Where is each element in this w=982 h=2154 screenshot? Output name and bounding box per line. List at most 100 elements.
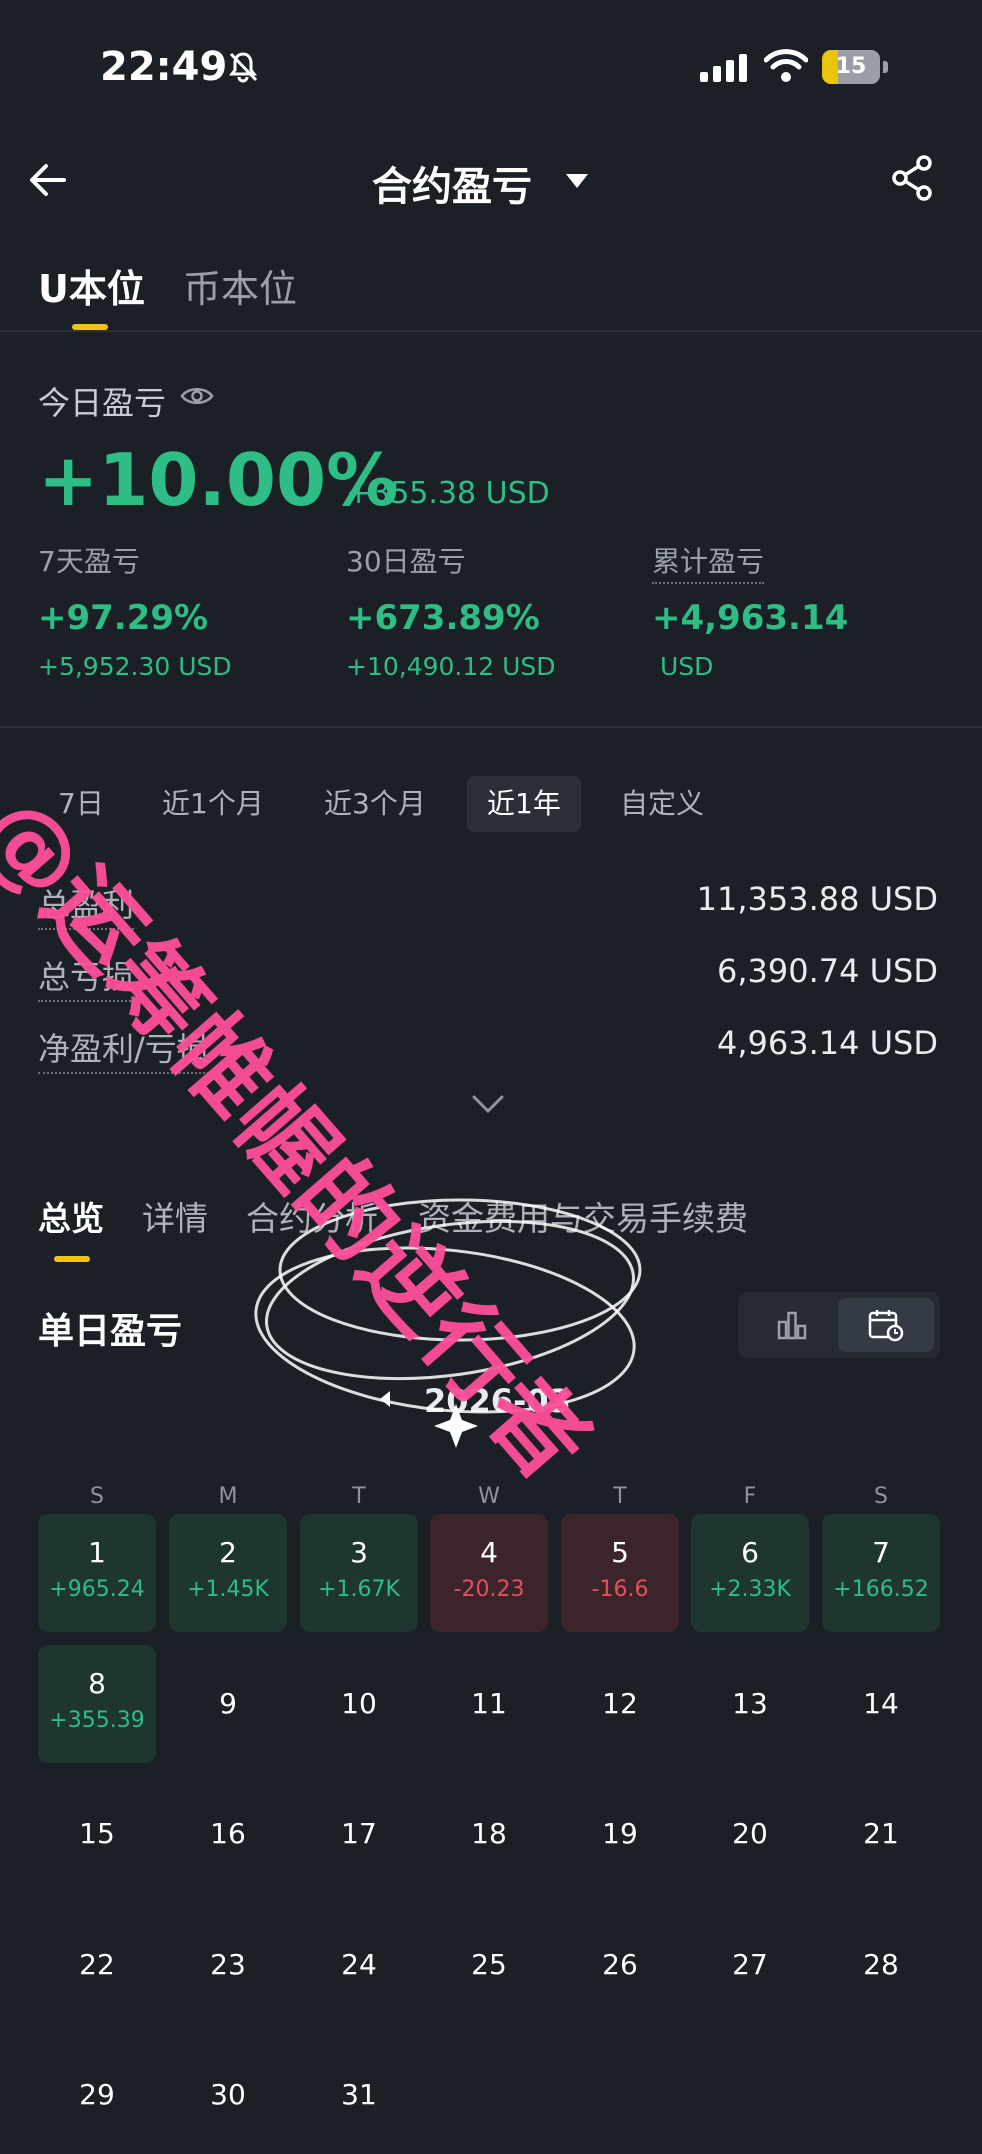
calendar-day[interactable]: 18 xyxy=(430,1775,548,1893)
stat-cumulative-usd: USD xyxy=(660,652,714,681)
total-loss-value: 6,390.74 USD xyxy=(716,952,938,990)
calendar-day-number: 1 xyxy=(88,1536,106,1569)
tab-details[interactable]: 详情 xyxy=(142,1192,208,1240)
calendar-day-number: 30 xyxy=(210,2078,246,2111)
calendar-day-number: 15 xyxy=(79,1817,115,1850)
calendar-day-number: 9 xyxy=(219,1687,237,1720)
calendar-day[interactable]: 3 +1.67K xyxy=(300,1514,418,1632)
calendar-day-number: 28 xyxy=(863,1948,899,1981)
page-title[interactable]: 合约盈亏 xyxy=(372,154,532,212)
calendar-day[interactable]: 9 xyxy=(169,1645,287,1763)
calendar-day[interactable]: 22 xyxy=(38,1906,156,2024)
calendar-day-pnl: +2.33K xyxy=(709,1577,791,1602)
calendar-day-number: 29 xyxy=(79,2078,115,2111)
calendar-day[interactable]: 31 xyxy=(300,2036,418,2154)
calendar-day-number: 21 xyxy=(863,1817,899,1850)
stat-7d-label: 7天盈亏 xyxy=(38,545,140,578)
total-profit-value: 11,353.88 USD xyxy=(696,880,938,918)
calendar-day[interactable]: 1 +965.24 xyxy=(38,1514,156,1632)
calendar-day[interactable]: 24 xyxy=(300,1906,418,2024)
calendar-day[interactable]: 27 xyxy=(691,1906,809,2024)
stat-30d-label: 30日盈亏 xyxy=(346,545,466,578)
calendar-day[interactable]: 10 xyxy=(300,1645,418,1763)
stat-cumulative-value: +4,963.14 xyxy=(652,598,849,638)
calendar-day[interactable]: 12 xyxy=(561,1645,679,1763)
calendar-day-number: 18 xyxy=(471,1817,507,1850)
calendar-day-number: 23 xyxy=(210,1948,246,1981)
calendar-day[interactable]: 21 xyxy=(822,1775,940,1893)
calendar-day[interactable]: 8 +355.39 xyxy=(38,1645,156,1763)
period-custom[interactable]: 自定义 xyxy=(620,776,704,832)
share-icon[interactable] xyxy=(890,154,936,202)
divider xyxy=(0,330,982,332)
stat-7d-percent: +97.29% xyxy=(38,598,209,638)
calendar-day[interactable]: 17 xyxy=(300,1775,418,1893)
caret-down-icon[interactable] xyxy=(564,172,590,190)
calendar-day-number: 14 xyxy=(863,1687,899,1720)
chevron-down-icon[interactable] xyxy=(472,1094,504,1114)
calendar-day-pnl: -20.23 xyxy=(453,1577,525,1602)
calendar-day-number: 10 xyxy=(341,1687,377,1720)
calendar-day[interactable]: 26 xyxy=(561,1906,679,2024)
today-pnl-label: 今日盈亏 xyxy=(38,384,167,422)
back-arrow-icon[interactable] xyxy=(24,158,68,202)
weekday-sun: S xyxy=(90,1484,104,1509)
calendar-day[interactable]: 30 xyxy=(169,2036,287,2154)
calendar-day-number: 16 xyxy=(210,1817,246,1850)
bar-chart-view-button[interactable] xyxy=(744,1298,840,1352)
calendar-day-pnl: +166.52 xyxy=(833,1577,929,1602)
calendar-day[interactable]: 28 xyxy=(822,1906,940,2024)
calendar-day[interactable]: 15 xyxy=(38,1775,156,1893)
calendar-day-number: 11 xyxy=(471,1687,507,1720)
weekday-sat: S xyxy=(874,1484,888,1509)
calendar-icon xyxy=(868,1310,904,1342)
calendar-day[interactable]: 29 xyxy=(38,2036,156,2154)
calendar-day[interactable]: 2 +1.45K xyxy=(169,1514,287,1632)
daily-pnl-title: 单日盈亏 xyxy=(38,1311,183,1352)
calendar-day[interactable]: 7 +166.52 xyxy=(822,1514,940,1632)
calendar-view-button[interactable] xyxy=(838,1298,934,1352)
calendar-day-number: 24 xyxy=(341,1948,377,1981)
calendar-day[interactable]: 4 -20.23 xyxy=(430,1514,548,1632)
net-pnl-value: 4,963.14 USD xyxy=(716,1024,938,1062)
calendar-day[interactable]: 13 xyxy=(691,1645,809,1763)
calendar-day-pnl: +965.24 xyxy=(49,1577,145,1602)
calendar-day[interactable]: 5 -16.6 xyxy=(561,1514,679,1632)
weekday-thu: T xyxy=(613,1484,627,1509)
tab-overview[interactable]: 总览 xyxy=(38,1192,104,1240)
calendar-day-pnl: +355.39 xyxy=(49,1708,145,1733)
stat-7d-usd: +5,952.30 USD xyxy=(38,652,232,681)
period-1y[interactable]: 近1年 xyxy=(467,776,581,832)
calendar-day-pnl: +1.45K xyxy=(187,1577,269,1602)
period-1m[interactable]: 近1个月 xyxy=(162,776,264,832)
eye-icon[interactable] xyxy=(180,384,214,408)
bell-muted-icon xyxy=(229,52,258,83)
active-tab-indicator xyxy=(54,1256,90,1262)
calendar-day[interactable]: 20 xyxy=(691,1775,809,1893)
calendar-day[interactable]: 11 xyxy=(430,1645,548,1763)
calendar-day-number: 17 xyxy=(341,1817,377,1850)
calendar-day-number: 12 xyxy=(602,1687,638,1720)
calendar-day[interactable]: 19 xyxy=(561,1775,679,1893)
calendar-day-number: 7 xyxy=(872,1536,890,1569)
today-pnl-percent: +10.00% xyxy=(38,438,399,522)
calendar-day[interactable]: 6 +2.33K xyxy=(691,1514,809,1632)
calendar-day-number: 22 xyxy=(79,1948,115,1981)
stat-cumulative-label[interactable]: 累计盈亏 xyxy=(652,540,765,584)
calendar-day[interactable]: 14 xyxy=(822,1645,940,1763)
calendar-day-number: 6 xyxy=(741,1536,759,1569)
calendar-day-number: 25 xyxy=(471,1948,507,1981)
calendar-day-number: 13 xyxy=(732,1687,768,1720)
calendar-day[interactable]: 16 xyxy=(169,1775,287,1893)
calendar-day-number: 27 xyxy=(732,1948,768,1981)
calendar-day[interactable]: 23 xyxy=(169,1906,287,2024)
view-toggle xyxy=(738,1292,940,1358)
period-3m[interactable]: 近3个月 xyxy=(324,776,426,832)
tab-u-margined[interactable]: U本位 xyxy=(38,258,145,313)
tab-coin-margined[interactable]: 币本位 xyxy=(183,258,297,313)
calendar-day[interactable]: 25 xyxy=(430,1906,548,2024)
stat-30d-usd: +10,490.12 USD xyxy=(346,652,556,681)
stat-30d-percent: +673.89% xyxy=(346,598,540,638)
weekday-fri: F xyxy=(743,1484,757,1509)
divider xyxy=(0,726,982,728)
